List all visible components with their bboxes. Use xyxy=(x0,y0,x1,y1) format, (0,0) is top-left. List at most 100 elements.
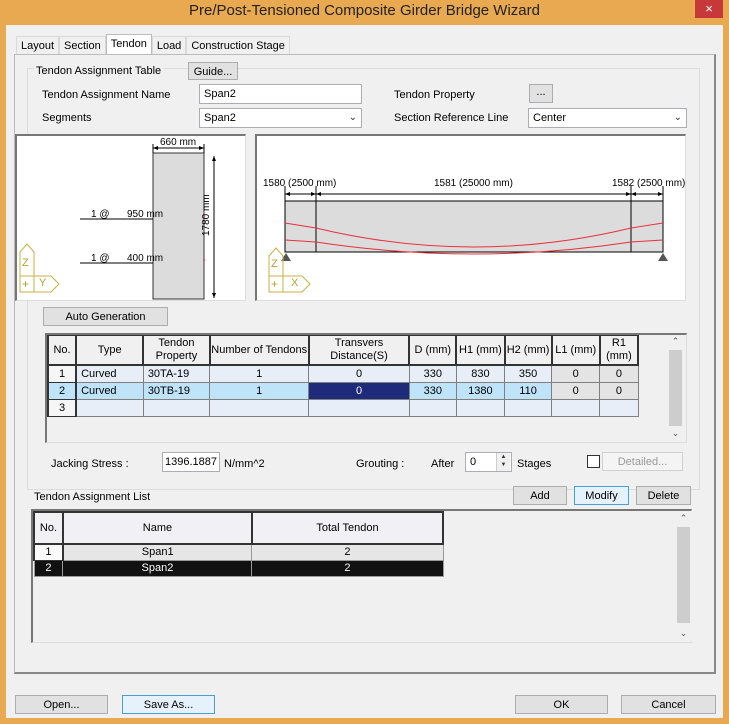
spin-up-icon[interactable]: ▲ xyxy=(497,453,510,461)
window-title: Pre/Post-Tensioned Composite Girder Brid… xyxy=(189,2,540,19)
scroll-down-icon[interactable]: ⌄ xyxy=(667,428,684,439)
cell-h2[interactable]: 110 xyxy=(503,381,553,400)
cancel-button[interactable]: Cancel xyxy=(621,695,716,714)
auto-generation-button[interactable]: Auto Generation xyxy=(43,307,168,326)
tab-section[interactable]: Section xyxy=(59,36,106,54)
scroll-thumb[interactable] xyxy=(669,350,682,426)
segments-label: Segments xyxy=(42,112,92,124)
cell-total[interactable]: 2 xyxy=(251,559,444,577)
section-width-label: 660 mm xyxy=(160,137,197,148)
tendon-grid-scrollbar[interactable]: ⌃ ⌄ xyxy=(667,335,684,441)
cell-count[interactable]: 1 xyxy=(209,381,310,400)
cell-r1[interactable]: 0 xyxy=(599,364,639,383)
ok-button[interactable]: OK xyxy=(515,695,608,714)
girder-section-rect xyxy=(152,152,205,300)
cell-no[interactable]: 2 xyxy=(46,381,78,400)
grouting-stages-label: Stages xyxy=(517,458,552,470)
tab-load[interactable]: Load xyxy=(151,36,187,54)
tab-layout[interactable]: Layout xyxy=(16,36,60,54)
save-as-button[interactable]: Save As... xyxy=(122,695,215,714)
cell-type[interactable]: Curved xyxy=(75,364,144,383)
col-header-transvers-distance: Transvers Distance(S) xyxy=(307,335,411,366)
cell-no[interactable]: 2 xyxy=(33,559,64,577)
assignment-list-scrollbar[interactable]: ⌃ ⌄ xyxy=(675,511,692,641)
cell-h1[interactable] xyxy=(455,398,506,417)
cell-d[interactable] xyxy=(408,398,457,417)
axis-origin-label: + xyxy=(271,277,279,291)
cell-type[interactable]: Curved xyxy=(75,381,144,400)
assignment-list-area: No. Name Total Tendon 1 Span1 2 2 Span2 … xyxy=(31,509,692,643)
cell-no[interactable]: 3 xyxy=(46,398,78,417)
guide-button[interactable]: Guide... xyxy=(188,62,238,80)
modify-button[interactable]: Modify xyxy=(574,486,629,505)
cell-s[interactable] xyxy=(308,398,410,417)
cell-count[interactable] xyxy=(209,398,310,417)
cell-property[interactable]: 30TA-19 xyxy=(142,364,211,383)
cell-l1[interactable]: 0 xyxy=(551,364,601,383)
cell-no[interactable]: 1 xyxy=(33,543,64,561)
segments-value: Span2 xyxy=(204,112,236,124)
section-reference-line-select[interactable]: Center ⌄ xyxy=(528,108,687,128)
col-header-number-of-tendons: Number of Tendons xyxy=(208,335,310,366)
scroll-thumb[interactable] xyxy=(677,527,690,623)
open-button[interactable]: Open... xyxy=(15,695,108,714)
cell-h1[interactable]: 1380 xyxy=(455,381,506,400)
scroll-down-icon[interactable]: ⌄ xyxy=(675,628,692,639)
arrow-head xyxy=(631,192,636,196)
scroll-up-icon[interactable]: ⌃ xyxy=(675,513,692,524)
cell-name[interactable]: Span1 xyxy=(62,543,253,561)
detailed-button[interactable]: Detailed... xyxy=(602,452,683,471)
grouting-stage-spinner[interactable]: ▲ ▼ xyxy=(496,453,510,471)
cell-s[interactable]: 0 xyxy=(308,364,410,383)
cell-h1[interactable]: 830 xyxy=(455,364,506,383)
cell-l1[interactable] xyxy=(551,398,601,417)
cell-h2[interactable]: 350 xyxy=(503,364,553,383)
tab-tendon[interactable]: Tendon xyxy=(105,34,152,55)
tendon-1-count: 1 @ xyxy=(91,209,110,220)
support-right-icon xyxy=(658,253,668,261)
tendon-assignment-name-input[interactable]: Span2 xyxy=(199,84,362,104)
spin-down-icon[interactable]: ▼ xyxy=(497,461,510,469)
cell-r1[interactable] xyxy=(599,398,639,417)
cell-property[interactable] xyxy=(142,398,211,417)
cell-type[interactable] xyxy=(75,398,144,417)
assignment-row[interactable]: 1 Span1 2 xyxy=(33,543,444,561)
tendon-row[interactable]: 3 xyxy=(46,398,639,417)
cell-h2[interactable] xyxy=(503,398,553,417)
cell-no[interactable]: 1 xyxy=(46,364,78,383)
chevron-down-icon: ⌄ xyxy=(673,112,682,123)
section-height-label: 1780 mm xyxy=(201,194,212,236)
tendon-property-button[interactable]: ... xyxy=(529,84,553,103)
section-view-canvas: 660 mm 1780 mm 1 @ 950 mm 1 @ 400 mm Z +… xyxy=(15,134,246,301)
section-reference-line-value: Center xyxy=(533,112,567,124)
arrow-head xyxy=(316,192,321,196)
delete-button[interactable]: Delete xyxy=(636,486,691,505)
axis-x-label: X xyxy=(291,277,299,289)
assignment-list-table: No. Name Total Tendon 1 Span1 2 2 Span2 … xyxy=(33,511,445,577)
tendon-row[interactable]: 1 Curved 30TA-19 1 0 330 830 350 0 0 xyxy=(46,364,639,383)
cell-property[interactable]: 30TB-19 xyxy=(142,381,211,400)
tendon-1-offset: 950 mm xyxy=(127,209,164,220)
scroll-up-icon[interactable]: ⌃ xyxy=(667,336,684,347)
jacking-stress-unit: N/mm^2 xyxy=(224,458,265,470)
segments-select[interactable]: Span2 ⌄ xyxy=(199,108,362,128)
cell-name[interactable]: Span2 xyxy=(62,559,253,577)
close-button[interactable]: × xyxy=(695,0,723,18)
tendon-row[interactable]: 2 Curved 30TB-19 1 0 330 1380 110 0 0 xyxy=(46,381,639,400)
title-bar: Pre/Post-Tensioned Composite Girder Brid… xyxy=(0,0,729,24)
tab-construction-stage[interactable]: Construction Stage xyxy=(186,36,290,54)
col-header-l1: L1 (mm) xyxy=(550,335,601,366)
cell-d[interactable]: 330 xyxy=(408,364,457,383)
cell-d[interactable]: 330 xyxy=(408,381,457,400)
elevation-drawing xyxy=(268,186,668,293)
assignment-row-selected[interactable]: 2 Span2 2 xyxy=(33,559,444,577)
jacking-stress-input[interactable]: 1396.1887 xyxy=(162,452,220,472)
cell-s-selected[interactable]: 0 xyxy=(308,381,410,400)
detailed-checkbox[interactable] xyxy=(587,455,600,468)
cell-r1[interactable]: 0 xyxy=(599,381,639,400)
cell-l1[interactable]: 0 xyxy=(551,381,601,400)
cell-count[interactable]: 1 xyxy=(209,364,310,383)
arrow-head xyxy=(212,293,216,298)
add-button[interactable]: Add xyxy=(513,486,567,505)
cell-total[interactable]: 2 xyxy=(251,543,444,561)
